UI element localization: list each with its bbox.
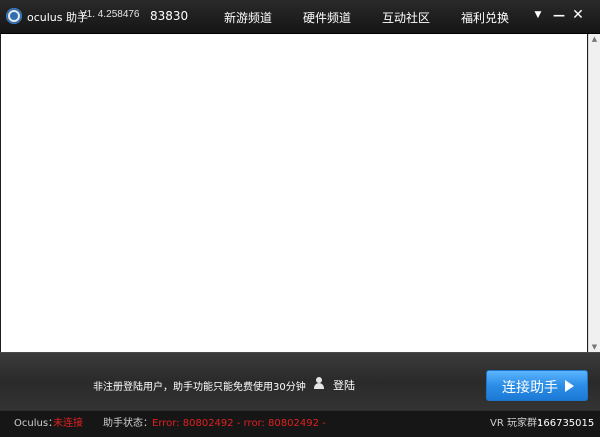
- user-icon[interactable]: [313, 377, 325, 389]
- title-bar: oculus 助手 V1. 4.258476 83830 新游频道 硬件频道 互…: [0, 0, 600, 34]
- online-count: 83830: [150, 9, 189, 23]
- assistant-status-label: 助手状态：: [103, 418, 153, 429]
- oculus-logo-icon: [6, 8, 22, 24]
- scroll-up-icon[interactable]: ▲: [589, 34, 600, 44]
- status-bar: Oculus： 未连接 助手状态： Error: 80802492 - rror…: [0, 410, 600, 437]
- user-icon-body: [314, 383, 324, 389]
- nav-community[interactable]: 互动社区: [382, 9, 430, 26]
- oculus-status-label: Oculus：: [14, 418, 59, 429]
- vertical-scrollbar[interactable]: ▲ ▼: [588, 34, 600, 352]
- menu-dropdown-icon[interactable]: ▼: [530, 7, 546, 23]
- close-button[interactable]: ✕: [570, 7, 586, 23]
- app-name: oculus 助手: [27, 11, 89, 24]
- connect-button[interactable]: 连接助手: [486, 370, 588, 401]
- nav-new-games[interactable]: 新游频道: [224, 9, 272, 26]
- unregistered-notice: 非注册登陆用户，助手功能只能免费使用30分钟: [93, 382, 306, 393]
- vr-group-value: 166735015: [537, 418, 595, 429]
- connect-button-label: 连接助手: [502, 380, 558, 396]
- bottom-panel: 非注册登陆用户，助手功能只能免费使用30分钟 登陆 连接助手: [0, 352, 600, 411]
- nav-hardware[interactable]: 硬件频道: [303, 9, 351, 26]
- oculus-status-value: 未连接: [53, 418, 83, 429]
- scroll-down-icon[interactable]: ▼: [589, 342, 600, 352]
- assistant-status-value: Error: 80802492 - rror: 80802492 -: [152, 418, 326, 429]
- login-link[interactable]: 登陆: [333, 377, 355, 393]
- minimize-button[interactable]: —: [551, 7, 567, 23]
- nav-rewards[interactable]: 福利兑换: [461, 9, 509, 26]
- play-arrow-icon: [565, 380, 574, 392]
- version-label: V1. 4.258476: [80, 9, 140, 20]
- main-content-area: [1, 34, 587, 352]
